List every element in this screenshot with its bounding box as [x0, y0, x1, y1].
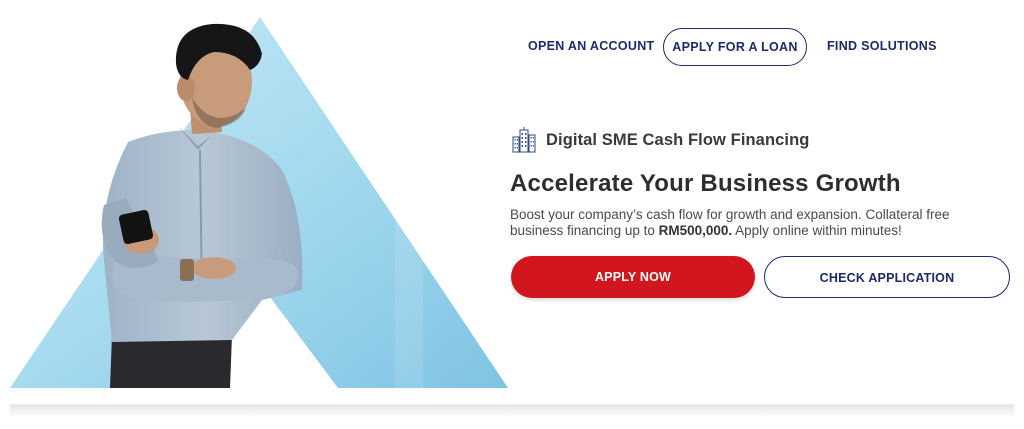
hero-description: Boost your company’s cash flow for growt… — [510, 207, 1000, 239]
product-name: Digital SME Cash Flow Financing — [546, 130, 810, 149]
top-nav: OPEN AN ACCOUNT APPLY FOR A LOAN FIND SO… — [512, 28, 1024, 66]
page-title: Accelerate Your Business Growth — [510, 170, 901, 197]
desc-amount: RM500,000. — [658, 223, 733, 238]
buildings-icon — [512, 127, 536, 153]
apply-now-button[interactable]: APPLY NOW — [511, 256, 755, 298]
nav-find-solutions[interactable]: FIND SOLUTIONS — [827, 28, 937, 64]
hero-image — [10, 17, 508, 388]
check-application-button[interactable]: CHECK APPLICATION — [764, 256, 1010, 298]
nav-open-an-account[interactable]: OPEN AN ACCOUNT — [528, 28, 655, 64]
product-label: Digital SME Cash Flow Financing — [510, 126, 809, 154]
phone-shape — [118, 209, 154, 245]
section-divider — [10, 404, 1014, 417]
nav-apply-for-a-loan[interactable]: APPLY FOR A LOAN — [663, 28, 807, 66]
desc-text-2: Apply online within minutes! — [732, 223, 902, 238]
